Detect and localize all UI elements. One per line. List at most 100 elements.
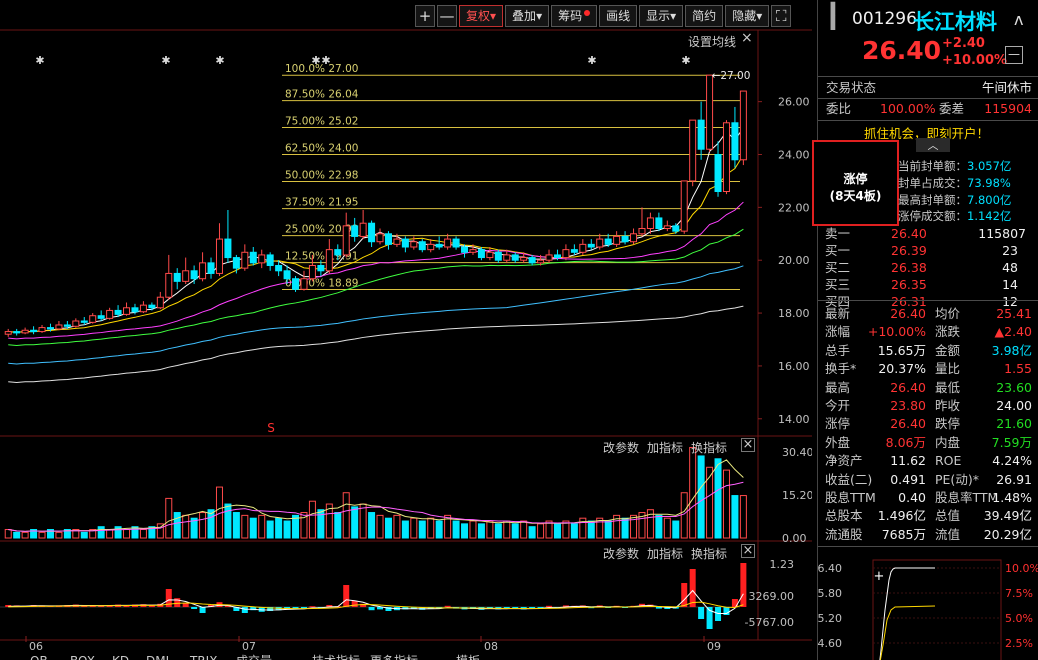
- candle-body: [461, 246, 469, 253]
- macd-bar: [191, 607, 198, 609]
- candle-body: [317, 265, 325, 272]
- candle-body: [368, 222, 376, 243]
- candle-body: [190, 270, 198, 280]
- candle-body: [232, 257, 240, 269]
- overlay-button[interactable]: 叠加▾: [505, 5, 550, 27]
- stat-value: 3.98亿: [991, 342, 1032, 358]
- display-button[interactable]: 显示▾: [639, 5, 684, 27]
- stat-value: 39.49亿: [983, 508, 1032, 524]
- stat-label: 涨停: [825, 416, 851, 432]
- stat-value: 0.491: [890, 471, 926, 487]
- stat-value: 25.41: [996, 306, 1032, 321]
- candle-body: [528, 257, 536, 264]
- zoom-in-button[interactable]: +: [415, 5, 435, 27]
- collapse-button[interactable]: —: [1005, 46, 1023, 64]
- stat-row: 换手* 20.37% 量比 1.55: [823, 359, 1032, 378]
- seal-max: 最高封单额：7.800亿: [898, 193, 1012, 207]
- candle-body: [570, 249, 578, 253]
- stat-label: 总手: [825, 342, 851, 358]
- stat-value: ▲2.40: [994, 324, 1032, 340]
- ma-setting-link[interactable]: 设置均线: [688, 33, 736, 50]
- x-axis-label: 07: [242, 640, 256, 653]
- adjust-button[interactable]: 复权▾: [459, 5, 504, 27]
- draw-line-button[interactable]: 画线: [599, 5, 638, 27]
- candle-body: [63, 324, 71, 327]
- macd-close-icon[interactable]: ×: [741, 544, 755, 558]
- stat-value: 26.40: [890, 379, 926, 395]
- volume-bar: [689, 446, 697, 539]
- dif-line: [8, 589, 744, 615]
- volume-bar: [106, 529, 114, 539]
- mini-left-label: 24.60: [817, 637, 842, 650]
- candle-body: [148, 304, 156, 309]
- stat-value: 24.00: [996, 398, 1032, 413]
- candle-body: [706, 74, 714, 150]
- fib-label: 75.00% 25.02: [285, 116, 358, 128]
- hide-button[interactable]: 隐藏▾: [725, 5, 770, 27]
- volume-bar: [80, 531, 88, 539]
- event-star-icon: ✱: [161, 54, 170, 67]
- stat-row: 净资产 11.62 ROE 4.24%: [823, 451, 1032, 470]
- stat-label: PE(动)*: [935, 471, 979, 487]
- chevron-icon[interactable]: ʌ: [1014, 10, 1023, 29]
- volume-bar: [731, 495, 739, 539]
- macd-bar: [368, 607, 375, 611]
- fullscreen-icon[interactable]: ⛶: [771, 5, 792, 27]
- candle-body: [604, 238, 612, 245]
- stat-value: 26.40: [890, 306, 926, 321]
- macd-bar: [182, 603, 189, 607]
- stat-value: 11.62: [890, 453, 926, 469]
- event-star-icon: ✱: [35, 54, 44, 67]
- volume-bar: [173, 512, 181, 539]
- stat-label: 股息TTM: [825, 490, 876, 505]
- stat-label: 今开: [825, 398, 851, 413]
- candle-body: [384, 233, 392, 245]
- ma-line-20: [8, 201, 744, 340]
- macd-bar: [343, 585, 350, 607]
- candle-body: [207, 262, 215, 274]
- zoom-out-button[interactable]: —: [437, 5, 457, 27]
- expand-caret-icon[interactable]: ︿: [916, 138, 950, 152]
- seal-current: 当前封单额：3.057亿: [898, 159, 1012, 173]
- volume-add-button[interactable]: 加指标: [647, 439, 683, 456]
- candle-body: [638, 228, 646, 235]
- stat-label: ROE: [935, 453, 962, 469]
- main-close-icon[interactable]: ×: [741, 30, 753, 46]
- candle-body: [13, 331, 21, 334]
- volume-bar: [393, 514, 401, 539]
- volume-bar: [706, 466, 714, 539]
- candle-body: [672, 225, 680, 232]
- volume-bar: [139, 529, 147, 539]
- candle-body: [469, 249, 477, 253]
- stat-label: 外盘: [825, 434, 851, 450]
- candle-body: [537, 259, 545, 264]
- volume-bar: [38, 531, 46, 539]
- stat-value: 26.40: [890, 416, 926, 432]
- candle-body: [224, 238, 232, 259]
- candle-body: [46, 327, 54, 330]
- mini-right-label: 7.5%: [1005, 587, 1033, 600]
- macd-switch-button[interactable]: 换指标: [691, 545, 727, 562]
- chips-button[interactable]: 筹码: [551, 5, 598, 27]
- volume-close-icon[interactable]: ×: [741, 438, 755, 452]
- simple-button[interactable]: 简约: [685, 5, 724, 27]
- volume-bar: [123, 529, 131, 539]
- volume-bar: [232, 512, 240, 539]
- macd-params-button[interactable]: 改参数: [603, 545, 639, 562]
- stat-label: 净资产: [825, 453, 863, 469]
- x-axis-label: 08: [484, 640, 498, 653]
- volume-switch-button[interactable]: 换指标: [691, 439, 727, 456]
- stat-label: 换手*: [825, 361, 857, 377]
- volume-bar: [351, 506, 359, 539]
- weibi-label: 委比: [826, 101, 852, 116]
- candle-body: [520, 257, 528, 261]
- stat-row: 总股本 1.496亿 总值 39.49亿: [823, 506, 1032, 525]
- limit-up-title: 涨停: [843, 172, 868, 186]
- candle-body: [646, 217, 654, 230]
- macd-add-button[interactable]: 加指标: [647, 545, 683, 562]
- stat-value: +10.00%: [867, 324, 926, 340]
- candle-body: [545, 254, 553, 261]
- volume-params-button[interactable]: 改参数: [603, 439, 639, 456]
- candle-body: [680, 180, 688, 232]
- candle-body: [553, 254, 561, 259]
